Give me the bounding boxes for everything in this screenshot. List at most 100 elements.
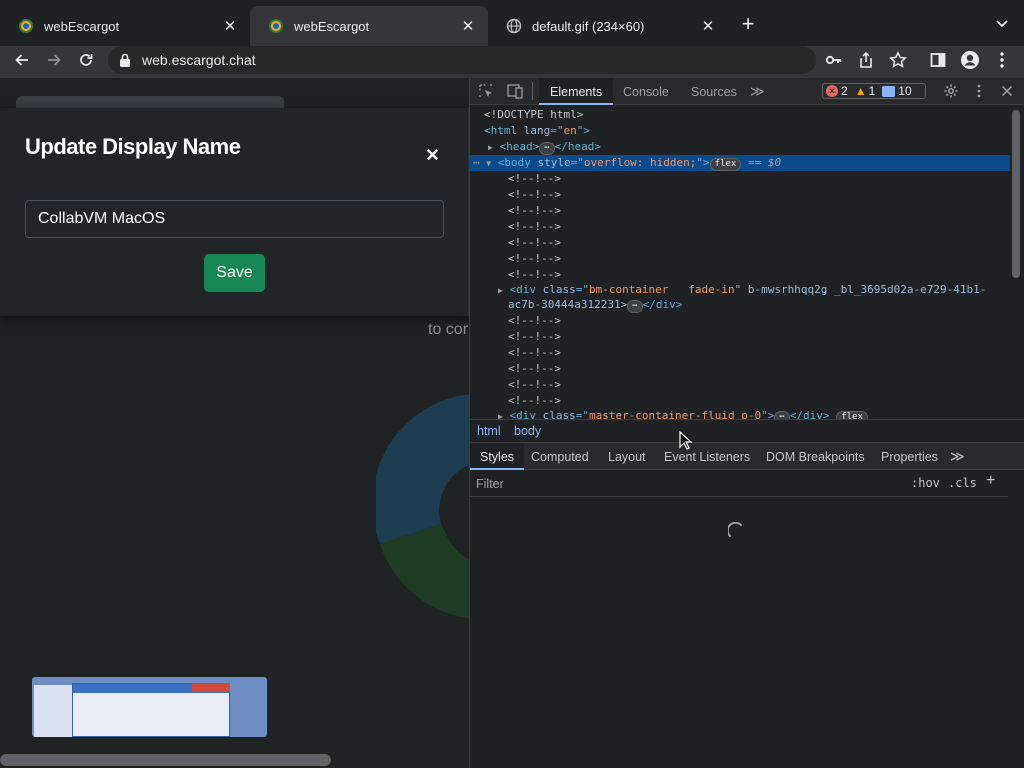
attr-value: overflow: hidden; — [583, 156, 697, 169]
expand-triangle-icon[interactable]: ▶ — [498, 412, 503, 419]
forward-arrow-icon[interactable] — [42, 48, 66, 72]
tag-text: "> — [761, 409, 775, 419]
tab-computed[interactable]: Computed — [531, 443, 589, 470]
dom-node-comment[interactable]: <!--!--> — [508, 267, 561, 283]
settings-gear-icon[interactable] — [943, 83, 959, 99]
issues-counter[interactable]: ✕ 2 ▲ 1 10 — [822, 83, 926, 99]
dom-node-html[interactable]: <html lang="en"> — [484, 123, 590, 139]
dom-node-comment[interactable]: <!--!--> — [508, 313, 561, 329]
save-button[interactable]: Save — [204, 254, 265, 292]
dom-node-comment[interactable]: <!--!--> — [508, 361, 561, 377]
tab-properties[interactable]: Properties — [881, 443, 938, 470]
back-arrow-icon[interactable] — [10, 48, 34, 72]
dom-node-comment[interactable]: <!--!--> — [508, 251, 561, 267]
collapsed-ellipsis[interactable]: ⋯ — [539, 142, 555, 155]
lock-icon[interactable] — [118, 52, 132, 68]
comment-text: <!--!--> — [508, 394, 561, 407]
dom-node-bm-container-cont[interactable]: ac7b-30444a312231> ⋯ </div> — [508, 297, 682, 313]
devtools-tab-sources[interactable]: Sources — [691, 78, 737, 105]
devtools-tab-console[interactable]: Console — [623, 78, 669, 105]
expand-triangle-icon[interactable]: ▶ — [498, 286, 503, 295]
dom-node-comment[interactable]: <!--!--> — [508, 187, 561, 203]
dom-node-master-container[interactable]: ▶ <div class="master-container-fluid p-0… — [498, 408, 868, 419]
collapsed-ellipsis[interactable]: ⋯ — [627, 300, 643, 313]
attr-name: class — [542, 409, 576, 419]
flex-badge[interactable]: flex — [709, 158, 742, 171]
styles-more-tabs-icon[interactable]: ≫ — [950, 443, 965, 470]
cls-toggle-button[interactable]: .cls — [948, 476, 977, 490]
new-style-rule-plus-icon[interactable]: + — [986, 472, 995, 490]
devtools-tab-elements[interactable]: Elements — [539, 78, 614, 105]
dom-node-comment[interactable]: <!--!--> — [508, 171, 561, 187]
url-text[interactable]: web.escargot.chat — [142, 52, 256, 68]
dom-node-bm-container[interactable]: ▶ <div class="bm-container fade-in" b-mw… — [498, 282, 986, 298]
dom-node-head[interactable]: ▶ <head> ⋯ </head> — [488, 139, 601, 155]
tab-title: default.gif (234×60) — [532, 18, 645, 34]
attr-name: class — [542, 283, 576, 296]
styles-filter-input[interactable] — [476, 476, 896, 492]
dom-tree-scrollbar[interactable] — [1012, 110, 1020, 278]
expand-triangle-icon[interactable]: ▶ — [488, 143, 493, 152]
dom-node-comment[interactable]: <!--!--> — [508, 329, 561, 345]
node-actions-icon[interactable]: ⋯ — [473, 156, 480, 169]
side-panel-icon[interactable] — [926, 48, 950, 72]
comment-text: <!--!--> — [508, 362, 561, 375]
device-toolbar-icon[interactable] — [506, 83, 524, 99]
breadcrumb-body[interactable]: body — [514, 424, 541, 438]
dom-node-comment[interactable]: <!--!--> — [508, 393, 561, 409]
tab-close-icon[interactable]: ✕ — [700, 18, 716, 35]
dom-node-comment[interactable]: <!--!--> — [508, 377, 561, 393]
new-tab-plus-icon[interactable]: + — [738, 13, 758, 35]
attr-value: bm-container fade-in — [588, 283, 735, 296]
collapsed-ellipsis[interactable]: ⋯ — [774, 411, 790, 419]
devtools-close-icon[interactable] — [1001, 85, 1013, 97]
comment-text: <!--!--> — [508, 268, 561, 281]
tag-text: <div — [509, 409, 543, 419]
comment-text: <!--!--> — [508, 252, 561, 265]
escargot-favicon-icon — [18, 18, 34, 34]
error-count: 2 — [841, 84, 848, 98]
display-name-input[interactable] — [25, 200, 444, 238]
tab-layout[interactable]: Layout — [608, 443, 646, 470]
dom-node-comment[interactable]: <!--!--> — [508, 219, 561, 235]
tab-close-icon[interactable]: ✕ — [222, 18, 238, 35]
reload-icon[interactable] — [74, 48, 98, 72]
key-icon[interactable] — [822, 48, 846, 72]
inspect-element-icon[interactable] — [478, 83, 494, 99]
collapse-triangle-icon[interactable]: ▼ — [486, 159, 491, 168]
tag-text: </div> — [642, 298, 683, 311]
page-horizontal-scrollbar[interactable] — [0, 754, 331, 766]
modal-title: Update Display Name — [25, 134, 241, 159]
dom-node-doctype[interactable]: <!DOCTYPE html> — [484, 107, 583, 123]
tab-styles[interactable]: Styles — [470, 443, 525, 470]
warning-icon: ▲ — [854, 84, 867, 98]
profile-avatar-icon[interactable] — [958, 48, 982, 72]
thumbnail-window-controls — [192, 683, 230, 692]
tab-close-icon[interactable]: ✕ — [460, 18, 476, 35]
browser-menu-kebab-icon[interactable] — [990, 48, 1014, 72]
devtools-menu-kebab-icon[interactable] — [976, 84, 982, 98]
dom-node-body-selected[interactable]: ⋯ ▼ <body style="overflow: hidden;"> flex… — [470, 155, 1010, 171]
flex-badge[interactable]: flex — [836, 411, 868, 419]
dom-node-comment[interactable]: <!--!--> — [508, 235, 561, 251]
tab-dom-breakpoints[interactable]: DOM Breakpoints — [766, 443, 865, 470]
comment-text: <!--!--> — [508, 330, 561, 343]
devtools-more-tabs-icon[interactable]: ≫ — [750, 78, 765, 105]
browser-tab-2[interactable]: webEscargot ✕ — [250, 6, 488, 46]
info-icon — [882, 85, 896, 97]
tag-text: =" — [550, 124, 564, 137]
tab-event-listeners[interactable]: Event Listeners — [664, 443, 750, 470]
error-icon: ✕ — [826, 85, 838, 97]
comment-text: <!--!--> — [508, 204, 561, 217]
share-icon[interactable] — [854, 48, 878, 72]
breadcrumb-html[interactable]: html — [477, 424, 501, 438]
browser-tab-1[interactable]: webEscargot ✕ — [0, 6, 250, 46]
modal-close-icon[interactable]: × — [426, 142, 439, 168]
browser-tab-3[interactable]: default.gif (234×60) ✕ — [488, 6, 728, 46]
bookmark-star-icon[interactable] — [886, 48, 910, 72]
tab-search-chevron-icon[interactable] — [992, 16, 1012, 32]
tag-text: <div — [509, 283, 543, 296]
dom-node-comment[interactable]: <!--!--> — [508, 345, 561, 361]
dom-node-comment[interactable]: <!--!--> — [508, 203, 561, 219]
hov-toggle-button[interactable]: :hov — [911, 476, 940, 490]
